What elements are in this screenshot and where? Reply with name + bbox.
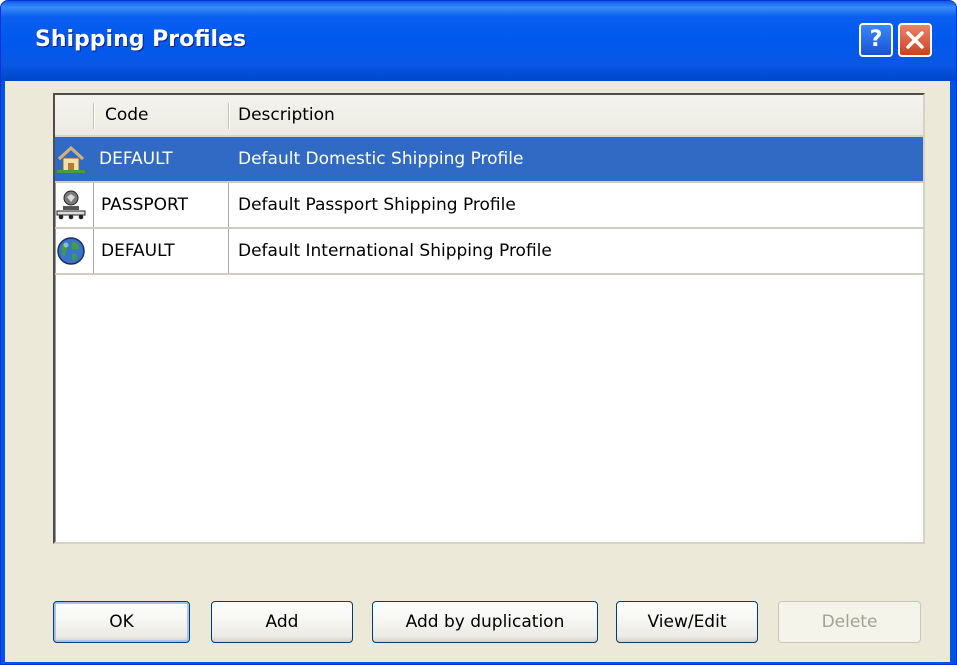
code-cell: PASSPORT (101, 195, 188, 215)
description-cell: Default International Shipping Profile (238, 241, 552, 261)
add-by-duplication-button[interactable]: Add by duplication (372, 601, 598, 643)
home-icon (57, 145, 85, 173)
profiles-list[interactable]: Code Description DEFAULT Default Domesti… (53, 93, 925, 544)
list-item[interactable]: PASSPORT Default Passport Shipping Profi… (55, 183, 923, 229)
close-icon (906, 31, 924, 49)
column-header-description[interactable]: Description (238, 95, 335, 135)
delete-button: Delete (778, 601, 921, 643)
description-cell: Default Passport Shipping Profile (238, 195, 516, 215)
globe-icon (57, 237, 85, 265)
window-title: Shipping Profiles (35, 27, 247, 52)
code-cell: DEFAULT (99, 149, 173, 169)
code-cell: DEFAULT (101, 241, 175, 261)
shipping-profiles-dialog: Shipping Profiles ? Code Description DEF… (0, 0, 957, 665)
help-icon: ? (869, 27, 883, 52)
view-edit-button[interactable]: View/Edit (616, 601, 758, 643)
list-header: Code Description (55, 95, 923, 137)
list-item[interactable]: DEFAULT Default Domestic Shipping Profil… (55, 137, 923, 183)
column-divider (228, 183, 229, 227)
close-button[interactable] (898, 23, 932, 57)
column-divider (228, 229, 229, 273)
ok-button[interactable]: OK (53, 601, 190, 643)
passport-icon (56, 190, 86, 220)
header-divider[interactable] (228, 103, 230, 129)
column-divider (93, 229, 94, 273)
description-cell: Default Domestic Shipping Profile (238, 149, 524, 169)
add-button[interactable]: Add (211, 601, 353, 643)
help-button[interactable]: ? (859, 23, 893, 57)
column-header-code[interactable]: Code (105, 95, 149, 135)
list-item[interactable]: DEFAULT Default International Shipping P… (55, 229, 923, 275)
header-divider[interactable] (93, 103, 95, 129)
column-divider (93, 183, 94, 227)
dialog-body: Code Description DEFAULT Default Domesti… (5, 81, 950, 662)
title-bar[interactable]: Shipping Profiles ? (1, 1, 956, 81)
